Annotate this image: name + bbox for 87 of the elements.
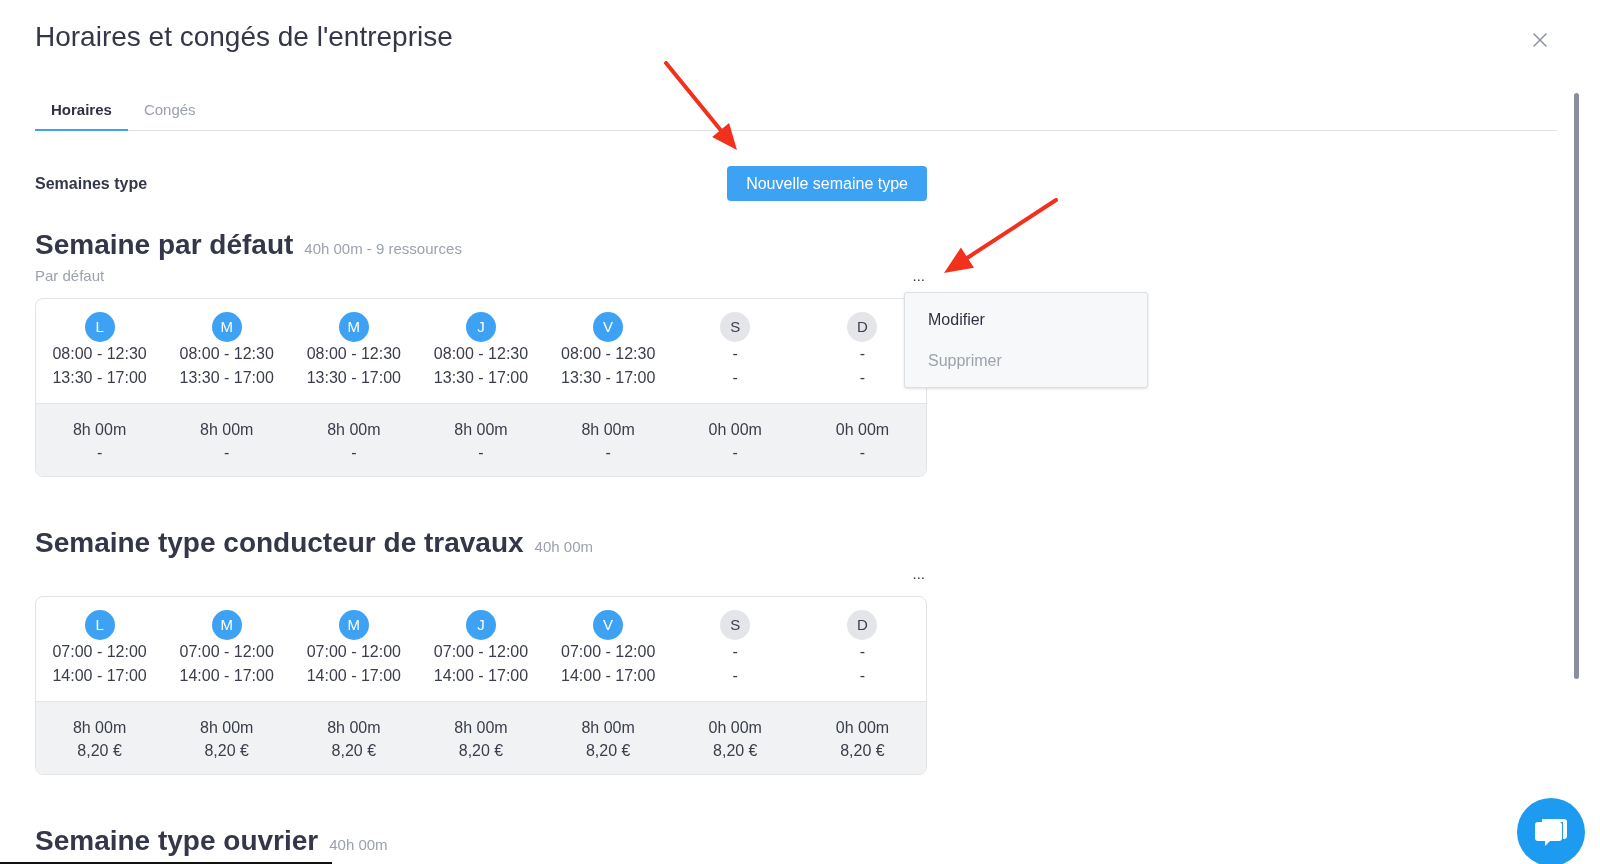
tab[interactable]: Horaires [35,92,128,131]
day-initial: V [593,610,624,640]
time-slot: 14:00 - 17:00 [306,664,401,688]
day-total: 8h 00m [200,718,254,738]
week-title: Semaine type ouvrier [35,824,319,858]
more-button[interactable]: ... [912,266,925,286]
time-slot: - [732,342,738,366]
day-cost: 8,20 € [331,741,377,761]
day-total: 0h 00m [708,420,762,440]
day-cost: 8,20 € [204,741,249,761]
day-cost: - [478,443,484,463]
day-total: 8h 00m [200,420,254,440]
day-total: 8h 00m [581,420,635,440]
time-slot: 14:00 - 17:00 [52,664,147,688]
day-total: 0h 00m [835,718,890,738]
day-cost: - [224,443,230,463]
week-summary: 40h 00m [534,537,593,557]
time-slot: 07:00 - 12:00 [52,640,147,664]
day-total: 8h 00m [327,420,381,440]
time-slot: - [859,366,866,390]
time-slot: 07:00 - 12:00 [306,640,401,664]
time-slot: 07:00 - 12:00 [179,640,274,664]
day-initial: M [211,610,242,640]
time-slot: 13:30 - 17:00 [306,366,401,390]
week-summary: 40h 00m - 9 ressources [304,239,462,259]
day-initial: J [466,610,496,640]
day-initial: M [338,312,369,342]
day-total: 8h 00m [454,420,508,440]
time-slot: 13:30 - 17:00 [561,366,656,390]
time-slot: 08:00 - 12:30 [52,342,147,366]
day-initial: D [847,610,878,640]
day-total: 8h 00m [327,718,381,738]
chat-bubbles-icon [1534,817,1568,847]
day-initial: S [720,610,751,640]
time-slot: 13:30 - 17:00 [433,366,529,390]
dialog-title: Horaires et congés de l'entreprise [35,20,453,54]
time-slot: 14:00 - 17:00 [561,664,656,688]
arrow-icon [662,61,740,152]
time-slot: 14:00 - 17:00 [179,664,274,688]
time-slot: 14:00 - 17:00 [433,664,529,688]
scrollbar-thumb[interactable] [1574,93,1579,679]
menu-item[interactable]: Modifier [905,299,1147,340]
time-slot: - [732,366,738,390]
time-slot: 08:00 - 12:30 [306,342,401,366]
day-total: 8h 00m [72,420,127,440]
week-title: Semaine type conducteur de travaux [35,526,524,560]
time-slot: - [859,342,866,366]
more-button[interactable]: ... [912,564,925,584]
day-initial: L [84,610,115,640]
time-slot: - [732,664,738,688]
day-cost: 8,20 € [713,741,758,761]
day-cost: 8,20 € [840,741,885,761]
day-initial: D [847,312,878,342]
day-initial: M [338,610,369,640]
time-slot: 07:00 - 12:00 [433,640,529,664]
day-total: 8h 00m [72,718,127,738]
week-note: Par défaut [35,266,105,286]
day-initial: L [84,312,115,342]
day-cost: 8,20 € [77,741,122,761]
day-cost: - [96,443,103,463]
day-cost: 8,20 € [585,741,631,761]
day-total: 8h 00m [581,718,635,738]
day-initial: V [593,312,624,342]
day-total: 8h 00m [454,718,508,738]
day-cost: - [605,443,611,463]
time-slot: 07:00 - 12:00 [561,640,656,664]
arrow-icon [942,198,1058,275]
day-cost: - [351,443,357,463]
time-slot: 13:30 - 17:00 [179,366,274,390]
day-total: 0h 00m [835,420,890,440]
week-summary: 40h 00m [329,835,388,855]
day-cost: - [859,443,866,463]
time-slot: - [859,664,866,688]
time-slot: - [732,640,738,664]
time-slot: 13:30 - 17:00 [52,366,147,390]
day-cost: 8,20 € [458,741,504,761]
day-cost: - [732,443,738,463]
time-slot: 08:00 - 12:30 [179,342,274,366]
time-slot: 08:00 - 12:30 [561,342,656,366]
time-slot: 08:00 - 12:30 [433,342,529,366]
day-initial: S [720,312,751,342]
day-initial: M [211,312,242,342]
week-title: Semaine par défaut [35,228,294,262]
section-heading: Semaines type [35,173,148,194]
time-slot: - [859,640,866,664]
day-total: 0h 00m [708,718,762,738]
day-initial: J [466,312,496,342]
